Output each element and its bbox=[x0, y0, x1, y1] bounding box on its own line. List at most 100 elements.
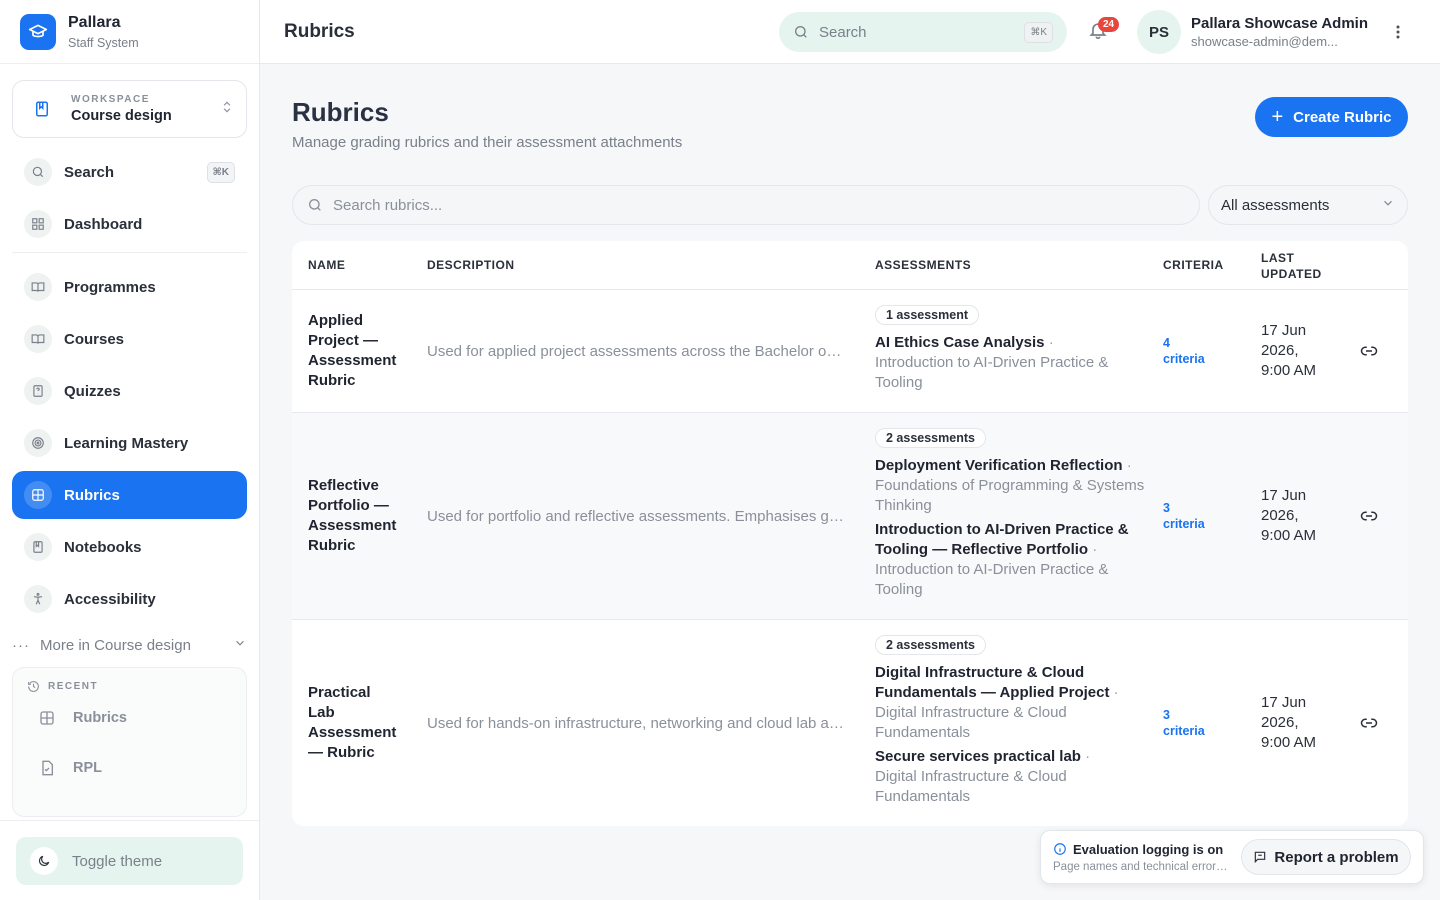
ellipsis-icon: ··· bbox=[12, 636, 30, 654]
rubric-assessments: 2 assessments Deployment Verification Re… bbox=[875, 413, 1145, 619]
assessment-filter-select[interactable]: All assessments bbox=[1208, 185, 1408, 225]
plus-icon: + bbox=[1271, 106, 1284, 128]
sidebar-item-label: Courses bbox=[64, 330, 125, 348]
brand-name: Pallara bbox=[68, 13, 121, 31]
sidebar-item-quizzes[interactable]: Quizzes bbox=[12, 367, 247, 415]
user-name: Pallara Showcase Admin bbox=[1191, 15, 1369, 32]
sidebar-item-rubrics[interactable]: Rubrics bbox=[12, 471, 247, 519]
link-icon[interactable] bbox=[1360, 620, 1380, 826]
table-row[interactable]: Practical Lab Assessment — Rubric Used for … bbox=[292, 620, 1408, 826]
sidebar-item-programmes[interactable]: Programmes bbox=[12, 263, 247, 311]
last-updated: 17 Jun 2026, 9:00 AM bbox=[1261, 694, 1317, 751]
recent-item-rubrics[interactable]: Rubrics bbox=[27, 693, 232, 743]
assessment-link[interactable]: Digital Infrastructure & Cloud Fundament… bbox=[875, 663, 1145, 743]
sidebar-item-notebooks[interactable]: Notebooks bbox=[12, 523, 247, 571]
sidebar-item-accessibility[interactable]: Accessibility bbox=[12, 575, 247, 623]
page-title: Rubrics bbox=[284, 20, 355, 42]
assessment-count-badge: 1 assessment bbox=[875, 305, 980, 325]
column-header-description[interactable]: DESCRIPTION bbox=[427, 258, 845, 272]
assessment-count-badge: 2 assessments bbox=[875, 428, 986, 448]
more-in-workspace[interactable]: ··· More in Course design bbox=[0, 627, 259, 663]
sidebar-item-label: Rubrics bbox=[64, 486, 120, 504]
search-icon bbox=[24, 158, 52, 186]
sidebar-item-dashboard[interactable]: Dashboard bbox=[12, 200, 247, 248]
global-search-input[interactable]: Search ⌘K bbox=[779, 12, 1067, 52]
assessment-link[interactable]: Introduction to AI-Driven Practice & Too… bbox=[875, 520, 1145, 600]
chevron-down-icon bbox=[233, 636, 247, 654]
rubric-assessments: 2 assessments Digital Infrastructure & C… bbox=[875, 620, 1145, 826]
target-icon bbox=[24, 429, 52, 457]
recent-item-label: RPL bbox=[73, 760, 102, 776]
recent-item-label: Rubrics bbox=[73, 710, 127, 726]
report-problem-button[interactable]: Report a problem bbox=[1241, 839, 1411, 875]
notice-subtitle: Page names and technical errors are reco… bbox=[1053, 860, 1229, 873]
evaluation-logging-notice: Evaluation logging is on Page names and … bbox=[1040, 830, 1424, 884]
toggle-theme-area: Toggle theme bbox=[0, 820, 259, 900]
rubric-description: Used for hands-on infrastructure, networ… bbox=[427, 714, 845, 732]
accessibility-icon bbox=[24, 585, 52, 613]
assessment-link[interactable]: AI Ethics Case Analysis · Introduction t… bbox=[875, 333, 1145, 393]
criteria-link[interactable]: 3 criteria bbox=[1163, 620, 1233, 826]
rubrics-table: NAME DESCRIPTION ASSESSMENTS CRITERIA LA… bbox=[292, 241, 1408, 826]
toggle-theme-button[interactable]: Toggle theme bbox=[16, 837, 243, 885]
rubric-name[interactable]: Applied Project — Assessment Rubric bbox=[308, 290, 408, 412]
sidebar-item-courses[interactable]: Courses bbox=[12, 315, 247, 363]
sidebar: Pallara Staff System WORKSPACE Course de… bbox=[0, 0, 260, 900]
assessment-filter-value: All assessments bbox=[1221, 196, 1330, 214]
column-header-name[interactable]: NAME bbox=[308, 258, 408, 272]
user-email: showcase-admin@dem... bbox=[1191, 34, 1338, 49]
column-header-criteria[interactable]: CRITERIA bbox=[1163, 258, 1233, 272]
sidebar-item-label: Learning Mastery bbox=[64, 434, 189, 452]
recent-item-rpl[interactable]: RPL bbox=[27, 743, 232, 793]
assessment-link[interactable]: Secure services practical lab · Digital … bbox=[875, 747, 1145, 807]
notebook-icon bbox=[24, 533, 52, 561]
user-menu[interactable]: PS Pallara Showcase Admin showcase-admin… bbox=[1137, 10, 1368, 54]
history-icon bbox=[28, 681, 39, 692]
document-icon bbox=[42, 760, 53, 776]
link-icon[interactable] bbox=[1360, 413, 1380, 619]
column-header-assessments[interactable]: ASSESSMENTS bbox=[875, 258, 1145, 272]
rubric-assessments: 1 assessment AI Ethics Case Analysis · I… bbox=[875, 290, 1145, 412]
rubric-grid-icon bbox=[24, 481, 52, 509]
rubric-name[interactable]: Reflective Portfolio — Assessment Rubric bbox=[308, 413, 408, 619]
table-header: NAME DESCRIPTION ASSESSMENTS CRITERIA LA… bbox=[292, 241, 1408, 290]
rubric-name[interactable]: Practical Lab Assessment — Rubric bbox=[308, 620, 408, 826]
rubric-description: Used for applied project assessments acr… bbox=[427, 342, 845, 360]
info-icon bbox=[1054, 843, 1066, 855]
table-row[interactable]: Applied Project — Assessment Rubric Used fo… bbox=[292, 290, 1408, 413]
grid-icon bbox=[24, 210, 52, 238]
rubric-search-input[interactable]: Search rubrics... bbox=[292, 185, 1200, 225]
last-updated: 17 Jun 2026, 9:00 AM bbox=[1261, 322, 1317, 379]
search-placeholder: Search bbox=[819, 23, 867, 41]
assessment-link[interactable]: Deployment Verification Reflection · Fou… bbox=[875, 456, 1145, 516]
more-label: More in Course design bbox=[40, 636, 191, 654]
recent-label: RECENT bbox=[27, 680, 232, 693]
chevron-updown-icon bbox=[220, 100, 234, 119]
sidebar-item-label: Notebooks bbox=[64, 538, 142, 556]
chevron-down-icon bbox=[1381, 196, 1395, 214]
sidebar-item-search[interactable]: Search ⌘K bbox=[12, 148, 247, 196]
criteria-link[interactable]: 3 criteria bbox=[1163, 413, 1233, 619]
sidebar-item-label: Programmes bbox=[64, 278, 156, 296]
divider bbox=[12, 252, 247, 253]
book-open-icon bbox=[24, 273, 52, 301]
workspace-switcher[interactable]: WORKSPACE Course design bbox=[12, 80, 247, 138]
brand[interactable]: Pallara Staff System bbox=[0, 0, 259, 64]
rubric-search-placeholder: Search rubrics... bbox=[333, 196, 443, 214]
sidebar-item-label: Search bbox=[64, 163, 115, 181]
sidebar-item-learning-mastery[interactable]: Learning Mastery bbox=[12, 419, 247, 467]
criteria-link[interactable]: 4 criteria bbox=[1163, 290, 1233, 412]
table-row[interactable]: Reflective Portfolio — Assessment Rubric Us… bbox=[292, 413, 1408, 620]
quiz-file-icon bbox=[24, 377, 52, 405]
assessment-count-badge: 2 assessments bbox=[875, 635, 986, 655]
column-header-last-updated[interactable]: LAST UPDATED bbox=[1261, 250, 1331, 282]
notifications-button[interactable]: 24 bbox=[1088, 17, 1120, 44]
message-icon bbox=[1255, 851, 1266, 864]
sidebar-item-label: Quizzes bbox=[64, 382, 121, 400]
workspace-label: WORKSPACE bbox=[71, 94, 150, 105]
link-icon[interactable] bbox=[1360, 290, 1380, 412]
sidebar-item-label: Accessibility bbox=[64, 590, 156, 608]
sidebar-nav: Search ⌘K Dashboard Programmes Courses Q… bbox=[0, 148, 259, 623]
create-rubric-button[interactable]: + Create Rubric bbox=[1255, 97, 1408, 137]
more-vertical-icon[interactable] bbox=[1388, 22, 1408, 42]
